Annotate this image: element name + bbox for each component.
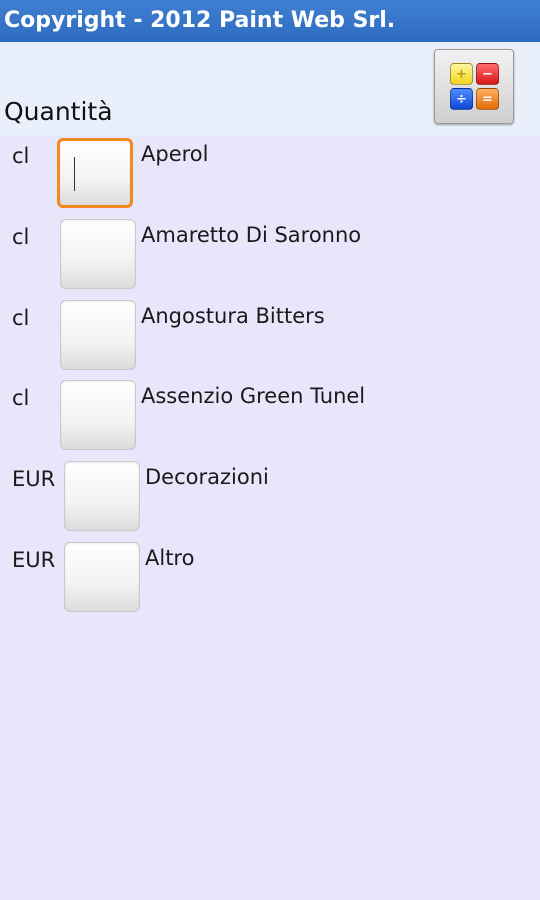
ingredient-row: cl Angostura Bitters xyxy=(0,300,540,380)
ingredient-name: Assenzio Green Tunel xyxy=(141,384,366,408)
unit-label: cl xyxy=(12,306,30,330)
copyright-bar: Copyright - 2012 Paint Web Srl. xyxy=(0,0,540,42)
ingredient-row: cl Aperol xyxy=(0,138,540,218)
copyright-text: Copyright - 2012 Paint Web Srl. xyxy=(4,8,396,33)
quantity-label: Quantità xyxy=(4,97,113,126)
ingredient-row: cl Amaretto Di Saronno xyxy=(0,219,540,299)
unit-label: EUR xyxy=(12,467,56,491)
amount-input[interactable] xyxy=(64,542,140,612)
calculator-button[interactable]: + − ÷ = xyxy=(434,49,514,124)
ingredient-name: Amaretto Di Saronno xyxy=(141,223,362,247)
ingredient-name: Angostura Bitters xyxy=(141,304,325,328)
cost-row: EUR Decorazioni xyxy=(0,461,540,541)
cost-name: Altro xyxy=(145,546,195,570)
quantity-input[interactable] xyxy=(57,138,133,208)
header: Quantità + − ÷ = xyxy=(0,42,540,136)
cost-row: EUR Altro xyxy=(0,542,540,622)
calc-equals-key: = xyxy=(476,88,499,110)
text-caret xyxy=(74,157,75,191)
cost-name: Decorazioni xyxy=(145,465,269,489)
amount-input[interactable] xyxy=(64,461,140,531)
ingredient-name: Aperol xyxy=(141,142,209,166)
quantity-input[interactable] xyxy=(60,300,136,370)
unit-label: cl xyxy=(12,144,30,168)
unit-label: EUR xyxy=(12,548,56,572)
calculator-icon: + − ÷ = xyxy=(450,63,500,111)
calc-plus-key: + xyxy=(450,63,473,85)
calc-divide-key: ÷ xyxy=(450,88,473,110)
quantity-input[interactable] xyxy=(60,380,136,450)
unit-label: cl xyxy=(12,225,30,249)
unit-label: cl xyxy=(12,386,30,410)
quantity-input[interactable] xyxy=(60,219,136,289)
calc-minus-key: − xyxy=(476,63,499,85)
ingredient-row: cl Assenzio Green Tunel xyxy=(0,380,540,460)
